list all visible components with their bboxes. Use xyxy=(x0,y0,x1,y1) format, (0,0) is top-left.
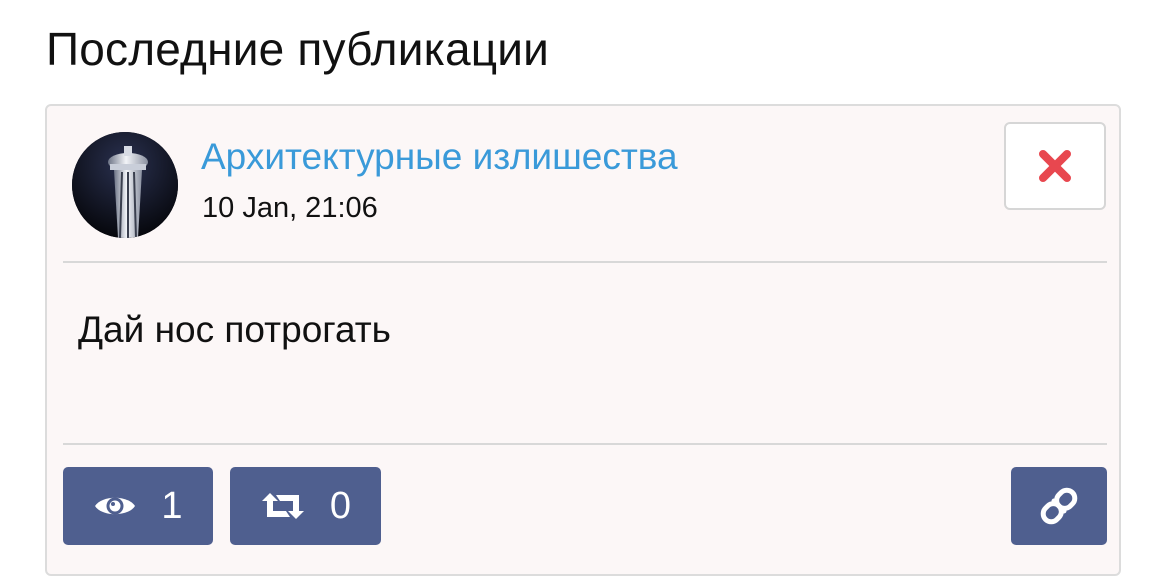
section-title: Последние публикации xyxy=(46,23,550,75)
link-icon xyxy=(1039,486,1079,526)
retweet-icon xyxy=(260,491,306,521)
post-text: Дай нос потрогать xyxy=(78,309,391,350)
reposts-button[interactable]: 0 xyxy=(230,467,381,545)
copy-link-button[interactable] xyxy=(1011,467,1107,545)
divider xyxy=(63,443,1107,445)
post-card: Архитектурные излишества 10 Jan, 21:06 Д… xyxy=(45,104,1121,576)
page: Последние публикации Архитектурные излиш… xyxy=(0,0,1170,584)
views-button[interactable]: 1 xyxy=(63,467,213,545)
eye-icon xyxy=(93,491,137,521)
post-header: Архитектурные излишества 10 Jan, 21:06 xyxy=(47,106,1119,262)
post-date: 10 Jan, 21:06 xyxy=(202,192,378,224)
avatar-image xyxy=(72,132,178,238)
divider xyxy=(63,261,1107,263)
reposts-count: 0 xyxy=(329,485,352,527)
close-icon xyxy=(1039,150,1071,182)
channel-name-link[interactable]: Архитектурные излишества xyxy=(201,134,678,180)
close-button[interactable] xyxy=(1004,122,1106,210)
views-count: 1 xyxy=(161,485,183,527)
avatar[interactable] xyxy=(72,132,178,238)
